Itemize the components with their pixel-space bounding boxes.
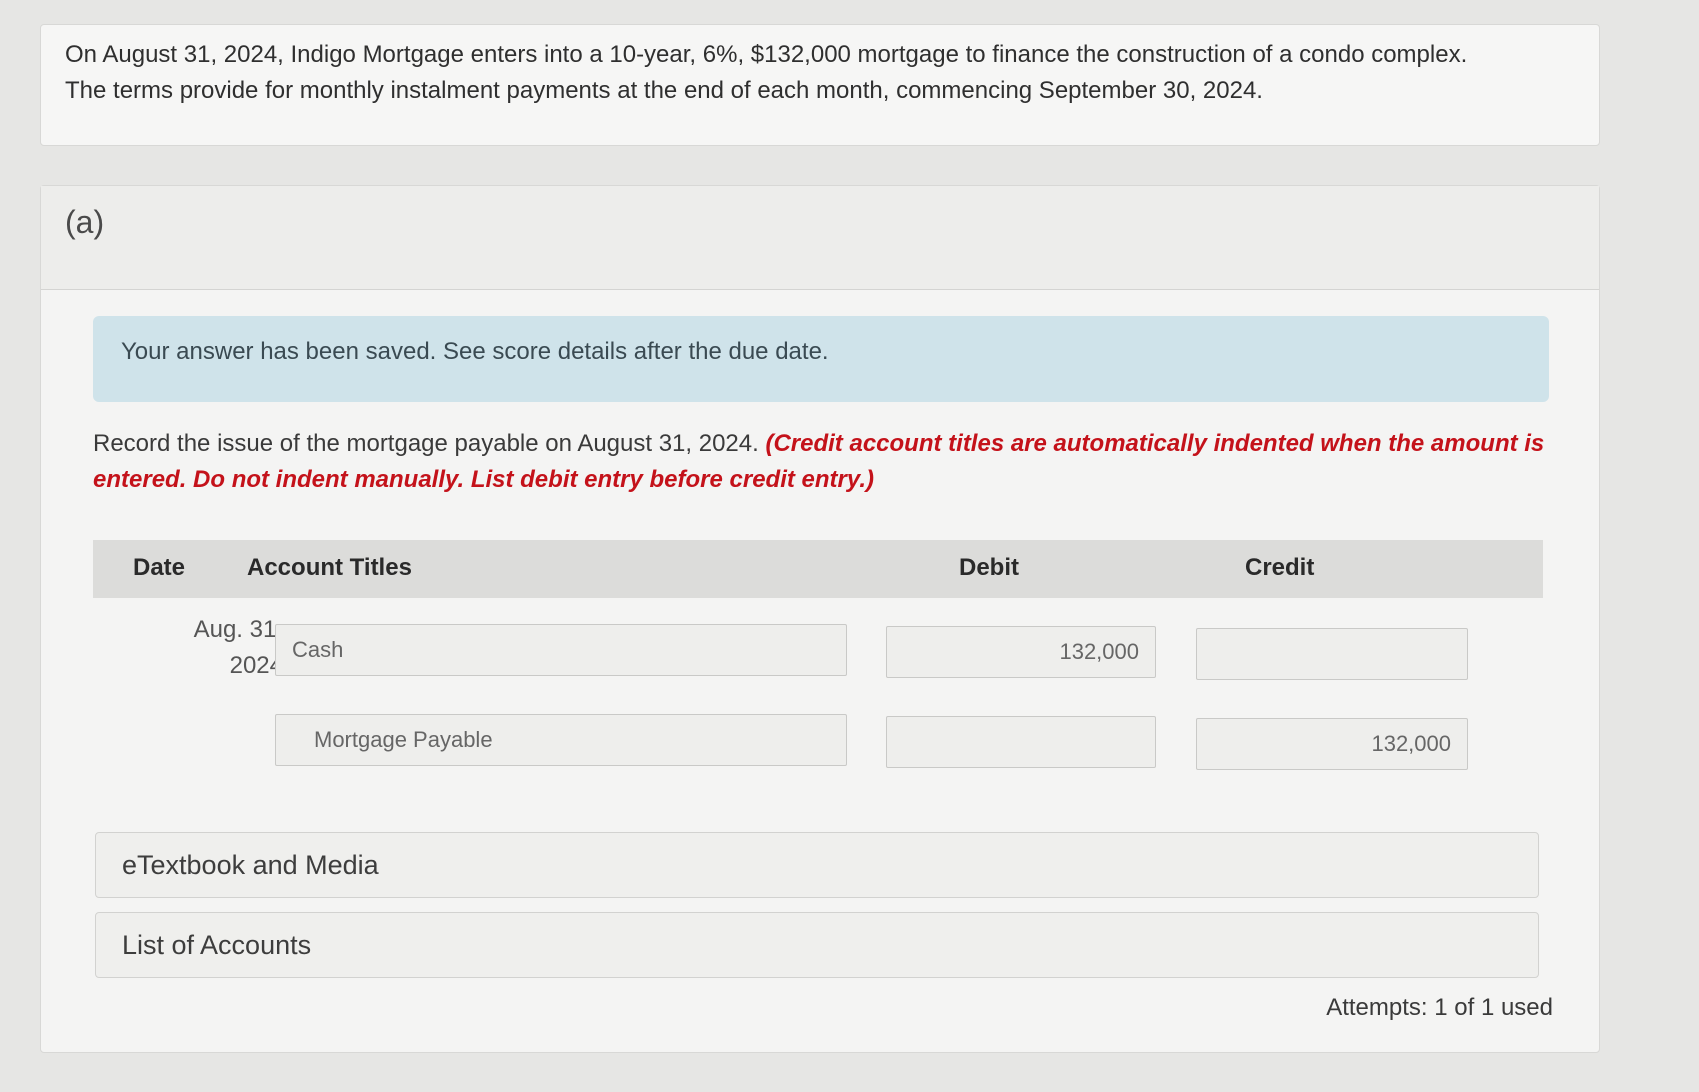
entry-date-line-1: Aug. 31, [193,616,283,643]
etextbook-and-media-button[interactable]: eTextbook and Media [95,832,1539,898]
saved-banner: Your answer has been saved. See score de… [93,316,1549,402]
problem-line-1: On August 31, 2024, Indigo Mortgage ente… [65,41,1468,68]
instruction-text: Record the issue of the mortgage payable… [93,430,766,457]
entry-date-line-2: 2024 [229,652,283,679]
saved-message: Your answer has been saved. See score de… [121,338,829,365]
debit-input-row-1[interactable]: 132,000 [886,626,1156,678]
credit-input-row-1[interactable] [1196,628,1468,680]
attempts-counter: Attempts: 1 of 1 used [1326,994,1553,1021]
instruction: Record the issue of the mortgage payable… [93,426,1553,498]
part-header: (a) [41,186,1599,290]
part-label: (a) [65,204,105,240]
account-title-input-row-2[interactable]: Mortgage Payable [275,714,847,766]
account-title-input-row-1[interactable]: Cash [275,624,847,676]
list-of-accounts-button[interactable]: List of Accounts [95,912,1539,978]
header-credit: Credit [1245,554,1315,581]
header-date: Date [133,554,186,581]
journal-table-header: Date Account Titles Debit Credit [93,540,1543,598]
entry-date: Aug. 31, 2024 [133,612,283,684]
problem-statement: On August 31, 2024, Indigo Mortgage ente… [40,24,1600,146]
header-debit: Debit [959,554,1019,581]
header-account-titles: Account Titles [247,554,412,581]
list-of-accounts-label: List of Accounts [122,930,312,960]
etextbook-label: eTextbook and Media [122,850,379,880]
problem-line-2: The terms provide for monthly instalment… [65,77,1263,104]
credit-input-row-2[interactable]: 132,000 [1196,718,1468,770]
part-a-panel: (a) Your answer has been saved. See scor… [40,185,1600,1053]
debit-input-row-2[interactable] [886,716,1156,768]
